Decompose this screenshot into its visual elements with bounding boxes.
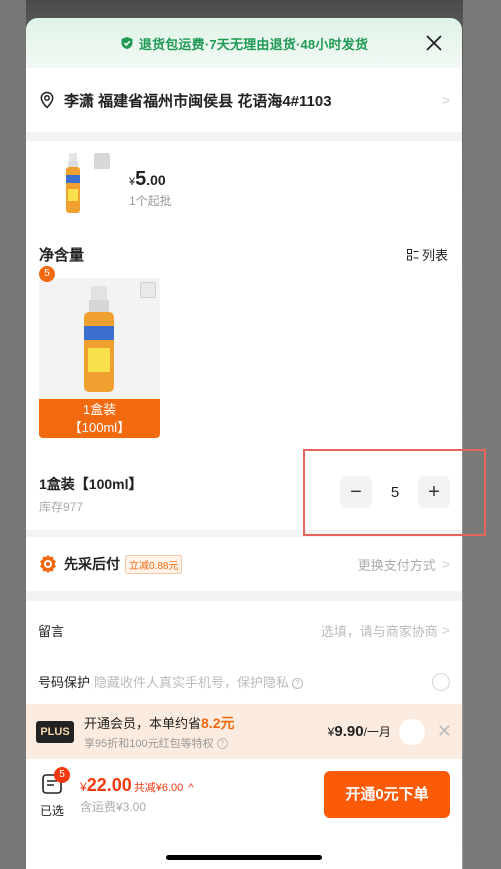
- list-icon: [406, 248, 419, 260]
- selected-items-button[interactable]: 5 已选: [38, 767, 70, 819]
- spec-title: 净含量: [39, 247, 85, 264]
- message-row[interactable]: 留言 选填，请与商家协商 >: [26, 601, 462, 659]
- close-icon[interactable]: [424, 33, 444, 53]
- change-payment-link[interactable]: 更换支付方式: [358, 555, 436, 574]
- background-left: [0, 0, 26, 869]
- guarantee-banner: 退货包运费·7天无理由退货·48小时发货: [26, 18, 462, 68]
- phone-protect-hint: 隐藏收件人真实手机号，保护隐私?: [94, 672, 304, 691]
- plus-price: ¥9.90/一月: [327, 723, 391, 740]
- shipping-note: 含运费¥3.00: [80, 800, 147, 814]
- pay-later-row[interactable]: 先采后付 立减0.88元 更换支付方式 >: [26, 537, 462, 591]
- info-icon[interactable]: ?: [292, 678, 304, 689]
- list-view-toggle[interactable]: 列表: [406, 245, 448, 264]
- phone-protect-label: 号码保护: [38, 675, 91, 690]
- pay-later-logo-icon: [40, 555, 56, 573]
- location-pin-icon: [40, 91, 54, 109]
- selected-label: 已选: [39, 804, 64, 818]
- option-quantity-badge: 5: [39, 266, 55, 282]
- chevron-right-icon: >: [441, 556, 450, 572]
- order-total: ¥22.00 共减¥6.00 ^ 含运费¥3.00: [80, 775, 194, 814]
- unit-price: ¥5.00: [129, 168, 166, 190]
- total-amount: 22.00: [86, 775, 132, 795]
- plus-badge: PLUS: [36, 720, 74, 743]
- address-row[interactable]: 李潇 福建省福州市闽侯县 花语海4#1103 >: [26, 68, 462, 132]
- checkout-bar: 5 已选 ¥22.00 共减¥6.00 ^ 含运费¥3.00 开通0元下单: [26, 759, 462, 869]
- selected-spec-name: 1盒装【100ml】: [39, 476, 143, 492]
- pay-later-label: 先采后付: [64, 556, 120, 572]
- zoom-icon[interactable]: [94, 153, 110, 169]
- info-icon[interactable]: ?: [216, 737, 228, 749]
- option-label: 1盒装 【100ml】: [39, 399, 160, 438]
- zoom-icon[interactable]: [140, 282, 156, 298]
- plus-select-radio[interactable]: [398, 718, 425, 745]
- home-indicator: [166, 855, 322, 860]
- pay-discount-badge: 立减0.88元: [125, 554, 183, 574]
- product-thumbnail: [66, 153, 80, 213]
- guarantee-text: 退货包运费·7天无理由退货·48小时发货: [138, 36, 369, 52]
- spec-option-1box[interactable]: 1盒装 【100ml】: [39, 278, 160, 438]
- chevron-right-icon: >: [441, 92, 450, 108]
- message-label: 留言: [38, 623, 65, 639]
- order-sheet: 退货包运费·7天无理由退货·48小时发货 李潇 福建省福州市闽侯县 花语海4#1…: [26, 18, 462, 869]
- discount-detail: 共减¥6.00: [133, 782, 184, 794]
- address-text: 李潇 福建省福州市闽侯县 花语海4#1103: [64, 92, 332, 110]
- shield-check-icon: [121, 37, 133, 49]
- background-right: [463, 0, 501, 869]
- cart-count-badge: 5: [54, 767, 70, 783]
- plus-member-row[interactable]: PLUS 开通会员，本单约省8.2元 享95折和100元红包等特权? ¥9.90…: [26, 704, 462, 759]
- phone-protect-row: 号码保护 隐藏收件人真实手机号，保护隐私?: [26, 659, 462, 704]
- plus-member-text: 开通会员，本单约省8.2元 享95折和100元红包等特权?: [84, 714, 235, 750]
- minimum-order: 1个起批: [129, 194, 172, 208]
- phone-protect-toggle[interactable]: [432, 672, 450, 691]
- stock-count: 库存977: [39, 500, 84, 514]
- place-order-button[interactable]: 开通0元下单: [324, 771, 450, 818]
- message-input[interactable]: 选填，请与商家协商: [321, 621, 438, 640]
- chevron-right-icon: >: [441, 622, 450, 638]
- close-icon[interactable]: ✕: [437, 721, 452, 742]
- stepper-highlight-box: [303, 449, 486, 536]
